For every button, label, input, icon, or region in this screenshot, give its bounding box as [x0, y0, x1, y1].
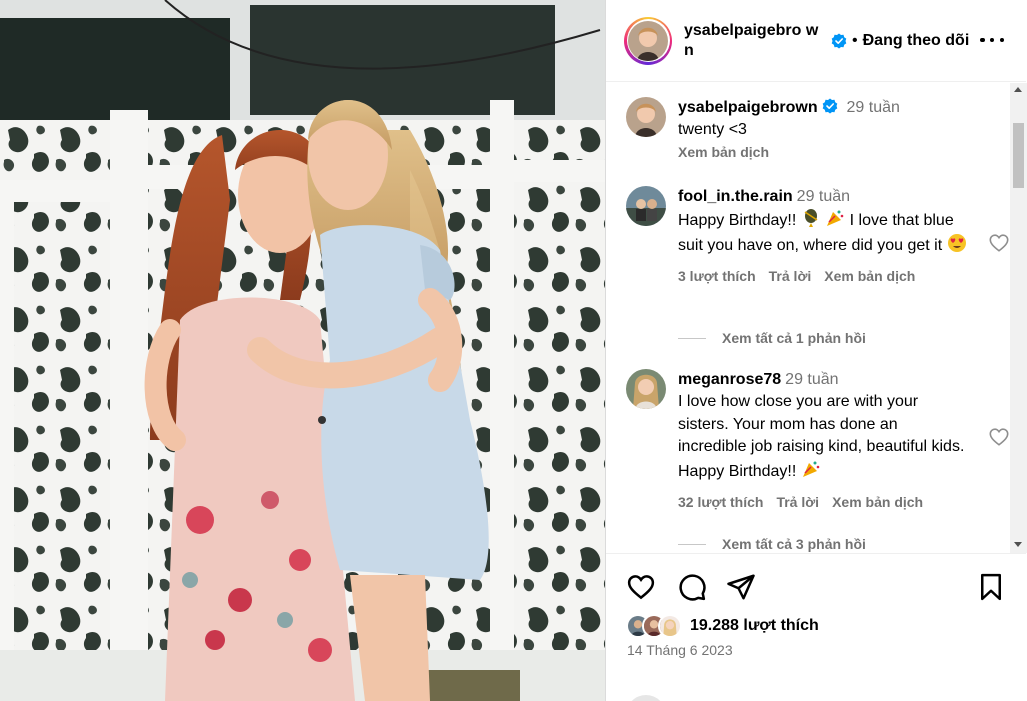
scroll-down-arrow-icon[interactable]: [1014, 542, 1022, 547]
balloon-emoji-icon: [804, 209, 818, 227]
reply-button[interactable]: Trả lời: [769, 268, 812, 284]
like-comment-heart-icon[interactable]: [988, 232, 1010, 254]
party-popper-icon: [827, 210, 844, 226]
view-replies-button[interactable]: Xem tất cả 3 phản hồi: [678, 536, 866, 552]
comment-username[interactable]: meganrose78: [678, 371, 781, 388]
like-comment-heart-icon[interactable]: [988, 426, 1010, 448]
scroll-up-arrow-icon[interactable]: [1014, 87, 1022, 92]
post-detail-panel: ysabelpaigebro wn • Đang theo dõi ysabel…: [605, 0, 1027, 701]
view-replies-label: Xem tất cả 1 phản hồi: [722, 330, 866, 346]
caption-username[interactable]: ysabelpaigebrown: [678, 99, 818, 116]
author-avatar-image: [628, 20, 668, 61]
likes-count[interactable]: 19.288 lượt thích: [690, 617, 819, 635]
liker-avatar: [658, 614, 682, 638]
comment-item: fool_in.the.rain 29 tuần Happy Birthday!!…: [626, 186, 1010, 284]
comment-text: Happy Birthday!! I love that blue suit y…: [678, 208, 968, 257]
caption-text: twenty <3: [678, 121, 747, 138]
comment-text: I love how close you are with your siste…: [678, 391, 968, 483]
caption-avatar[interactable]: [626, 97, 666, 137]
reply-button[interactable]: Trả lời: [776, 494, 819, 510]
scrollbar-thumb[interactable]: [1013, 123, 1024, 188]
comment-time: 29 tuần: [796, 188, 851, 205]
caption-translate-link[interactable]: Xem bản dịch: [678, 144, 968, 160]
comment-icon[interactable]: [677, 572, 707, 602]
view-replies-label: Xem tất cả 3 phản hồi: [722, 536, 866, 552]
translate-link[interactable]: Xem bản dịch: [824, 268, 915, 284]
author-username[interactable]: ysabelpaigebro wn: [684, 21, 819, 61]
comment-item: meganrose78 29 tuần I love how close you …: [626, 369, 1010, 510]
comment-username[interactable]: fool_in.the.rain: [678, 188, 793, 205]
comment-likes[interactable]: 3 lượt thích: [678, 268, 756, 284]
comment-meta: 32 lượt thích Trả lời Xem bản dịch: [678, 494, 968, 510]
comment-text-part: Happy Birthday!!: [678, 212, 797, 229]
heart-icon[interactable]: [626, 572, 656, 602]
commenter-avatar[interactable]: [626, 369, 666, 409]
comment-likes[interactable]: 32 lượt thích: [678, 494, 763, 510]
verified-badge-icon: [831, 33, 847, 48]
comment-time: 29 tuần: [785, 371, 839, 388]
commenter-avatar[interactable]: [626, 186, 666, 226]
verified-badge-icon: [822, 98, 838, 114]
send-icon[interactable]: [726, 572, 756, 602]
bookmark-icon[interactable]: [976, 572, 1006, 602]
party-popper-icon: [802, 461, 820, 477]
heart-eyes-emoji-icon: [947, 233, 966, 252]
comments-list: ysabelpaigebrown 29 tuần twenty <3 Xem b…: [606, 83, 1026, 553]
more-icon[interactable]: [980, 30, 1004, 50]
comment-meta: 3 lượt thích Trả lời Xem bản dịch: [678, 268, 968, 284]
post-photo: [0, 0, 605, 701]
caption-time: 29 tuần: [846, 99, 900, 116]
author-avatar[interactable]: [624, 16, 672, 65]
view-replies-button[interactable]: Xem tất cả 1 phản hồi: [678, 330, 866, 346]
post-image[interactable]: [0, 0, 605, 701]
caption: ysabelpaigebrown 29 tuần twenty <3 Xem b…: [626, 97, 1010, 160]
comment-text-part: I love how close you are with your siste…: [678, 393, 965, 480]
post-date[interactable]: 14 Tháng 6 2023: [627, 642, 733, 658]
viewer-avatar: [626, 695, 666, 701]
post-header: ysabelpaigebro wn • Đang theo dõi: [606, 0, 1026, 82]
post-actions: 19.288 lượt thích 14 Tháng 6 2023: [606, 553, 1026, 701]
following-button[interactable]: Đang theo dõi: [863, 32, 970, 50]
likes-summary[interactable]: 19.288 lượt thích: [626, 614, 819, 638]
translate-link[interactable]: Xem bản dịch: [832, 494, 923, 510]
header-separator: •: [852, 31, 858, 49]
comments-scrollbar[interactable]: [1010, 83, 1027, 553]
